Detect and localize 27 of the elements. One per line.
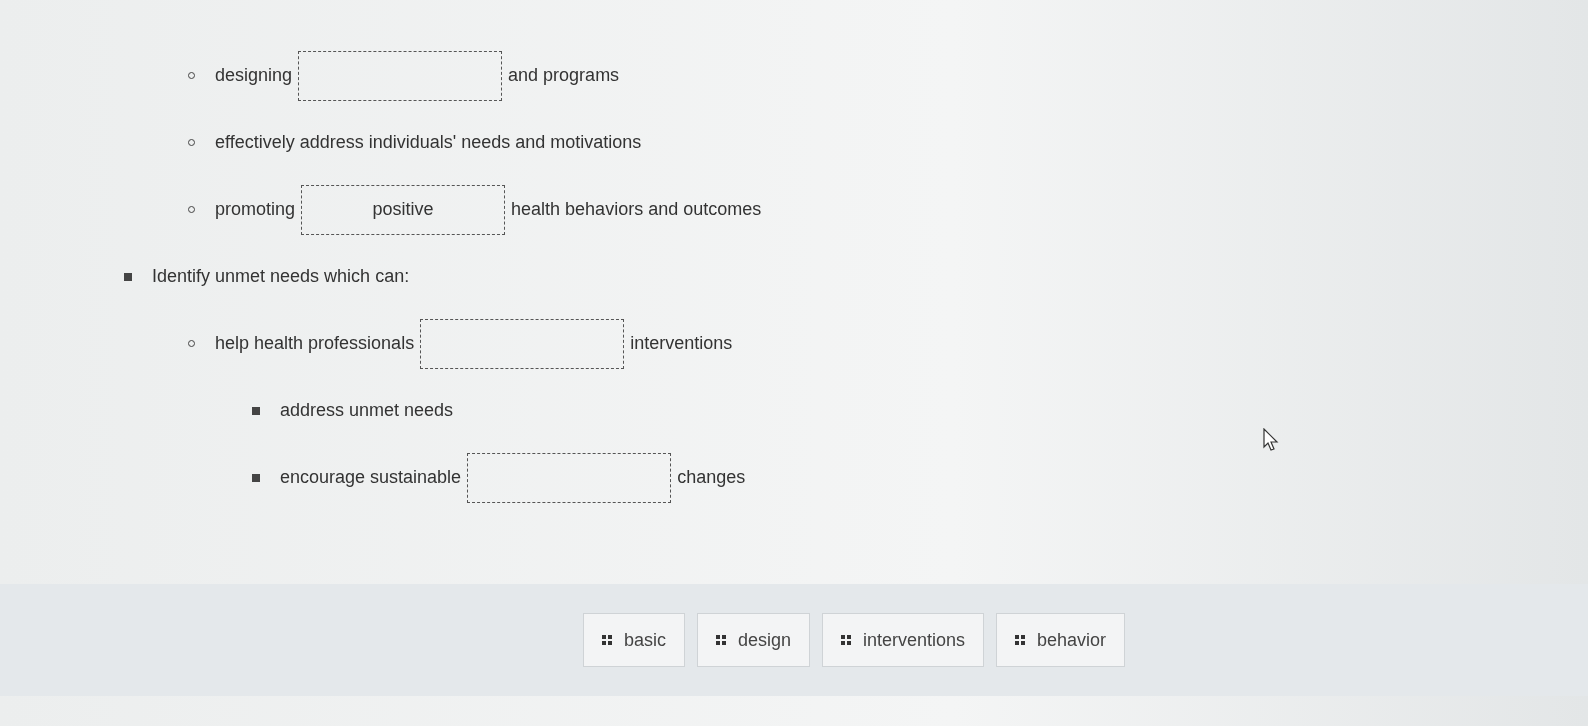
item-text: designing xyxy=(215,65,293,86)
word-chip[interactable]: interventions xyxy=(822,613,985,667)
drop-zone[interactable]: positive xyxy=(301,184,506,235)
grip-icon xyxy=(1015,635,1026,645)
item-text: changes xyxy=(677,467,746,488)
item-text: interventions xyxy=(630,333,733,354)
cursor-icon xyxy=(1263,428,1279,452)
word-chip[interactable]: design xyxy=(696,613,810,667)
item-text: and programs xyxy=(508,65,620,86)
grip-icon xyxy=(841,635,851,645)
item-text: effectively address individuals' needs and motivations xyxy=(215,132,642,153)
grip-icon xyxy=(715,635,726,645)
item-text: encourage sustainable xyxy=(280,467,462,488)
item-text: promoting xyxy=(215,199,296,220)
grip-icon xyxy=(601,635,612,645)
item-text: health behaviors and outcomes xyxy=(511,199,762,220)
item-text: Identify unmet needs which can: xyxy=(152,266,410,287)
item-text: help health professionals xyxy=(215,333,415,354)
bullet-icon xyxy=(252,473,260,482)
drop-zone[interactable] xyxy=(467,452,672,503)
bullet-icon xyxy=(252,406,260,415)
drop-zone[interactable] xyxy=(298,50,503,101)
word-chip[interactable]: basic xyxy=(582,613,685,667)
item-text: address unmet needs xyxy=(280,400,454,421)
drop-zone[interactable] xyxy=(420,318,625,369)
word-chip[interactable]: behavior xyxy=(996,613,1126,667)
bullet-icon xyxy=(124,272,132,281)
